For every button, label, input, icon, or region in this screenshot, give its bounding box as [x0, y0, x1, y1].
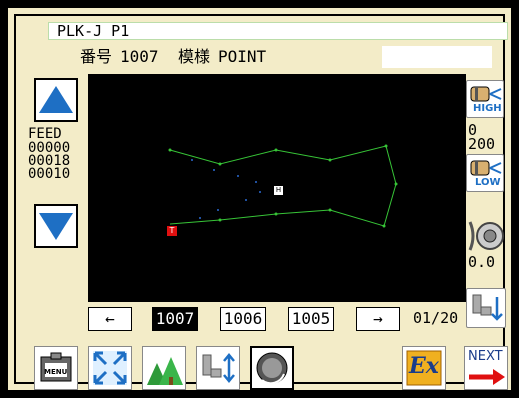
nav-item-1006[interactable]: 1006: [220, 307, 266, 331]
speed-high-label: HIGH: [473, 103, 502, 114]
expand-arrows-icon: [93, 351, 127, 385]
machine-screen: PLK-J P1 番号 1007 模様 POINT FEED 00000 000…: [4, 4, 515, 394]
next-button[interactable]: NEXT: [464, 346, 508, 390]
arrow-up-icon: [39, 86, 73, 113]
program-title: PLK-J P1: [48, 22, 508, 40]
pattern-value: POINT: [218, 47, 267, 66]
speed-low-button[interactable]: LOW: [466, 154, 504, 192]
nav-item-1007[interactable]: 1007: [152, 307, 198, 331]
menu-label: MENU: [44, 368, 68, 376]
nav-item-1005[interactable]: 1005: [288, 307, 334, 331]
tree-icon: [147, 357, 183, 385]
pattern-canvas[interactable]: T H: [88, 74, 466, 302]
nav-prev-button[interactable]: ←: [88, 307, 132, 331]
jump-move-icon: [202, 353, 235, 383]
thread-spool-icon: [470, 160, 502, 176]
speed-high-button[interactable]: HIGH: [466, 80, 504, 118]
feed-down-button[interactable]: [34, 204, 78, 248]
thread-spool-icon: [470, 86, 502, 102]
start-point-marker: T: [167, 226, 177, 236]
tension-value: 0.0: [468, 253, 496, 271]
rotate-gear-icon: [256, 352, 288, 385]
speed-low-label: LOW: [475, 177, 501, 188]
menu-button[interactable]: MENU: [34, 346, 78, 390]
page-indicator: 01/20: [413, 309, 459, 327]
feed-value-3: 00010: [28, 166, 71, 182]
info-blank-field: [382, 46, 492, 68]
nav-next-button[interactable]: →: [356, 307, 400, 331]
ex-label: Ex: [409, 353, 439, 379]
speed-value-max: 200: [468, 135, 496, 153]
number-label: 番号: [80, 47, 113, 66]
tension-dial-icon: [468, 221, 504, 251]
ex-function-button[interactable]: Ex: [402, 346, 446, 390]
next-label: NEXT: [468, 349, 503, 364]
zoom-fit-button[interactable]: [88, 346, 132, 390]
jump-down-button[interactable]: [466, 288, 506, 328]
arrow-down-icon: [39, 213, 73, 240]
right-arrow-icon: [469, 369, 505, 385]
jump-move-button[interactable]: [196, 346, 240, 390]
home-point-marker: H: [274, 186, 283, 195]
pattern-label: 模様: [178, 47, 211, 66]
rotate-button[interactable]: [250, 346, 294, 390]
number-value: 1007: [120, 47, 159, 66]
jump-down-icon: [472, 294, 503, 321]
tree-view-button[interactable]: [142, 346, 186, 390]
thread-tension-button[interactable]: [466, 214, 506, 258]
feed-up-button[interactable]: [34, 78, 78, 122]
